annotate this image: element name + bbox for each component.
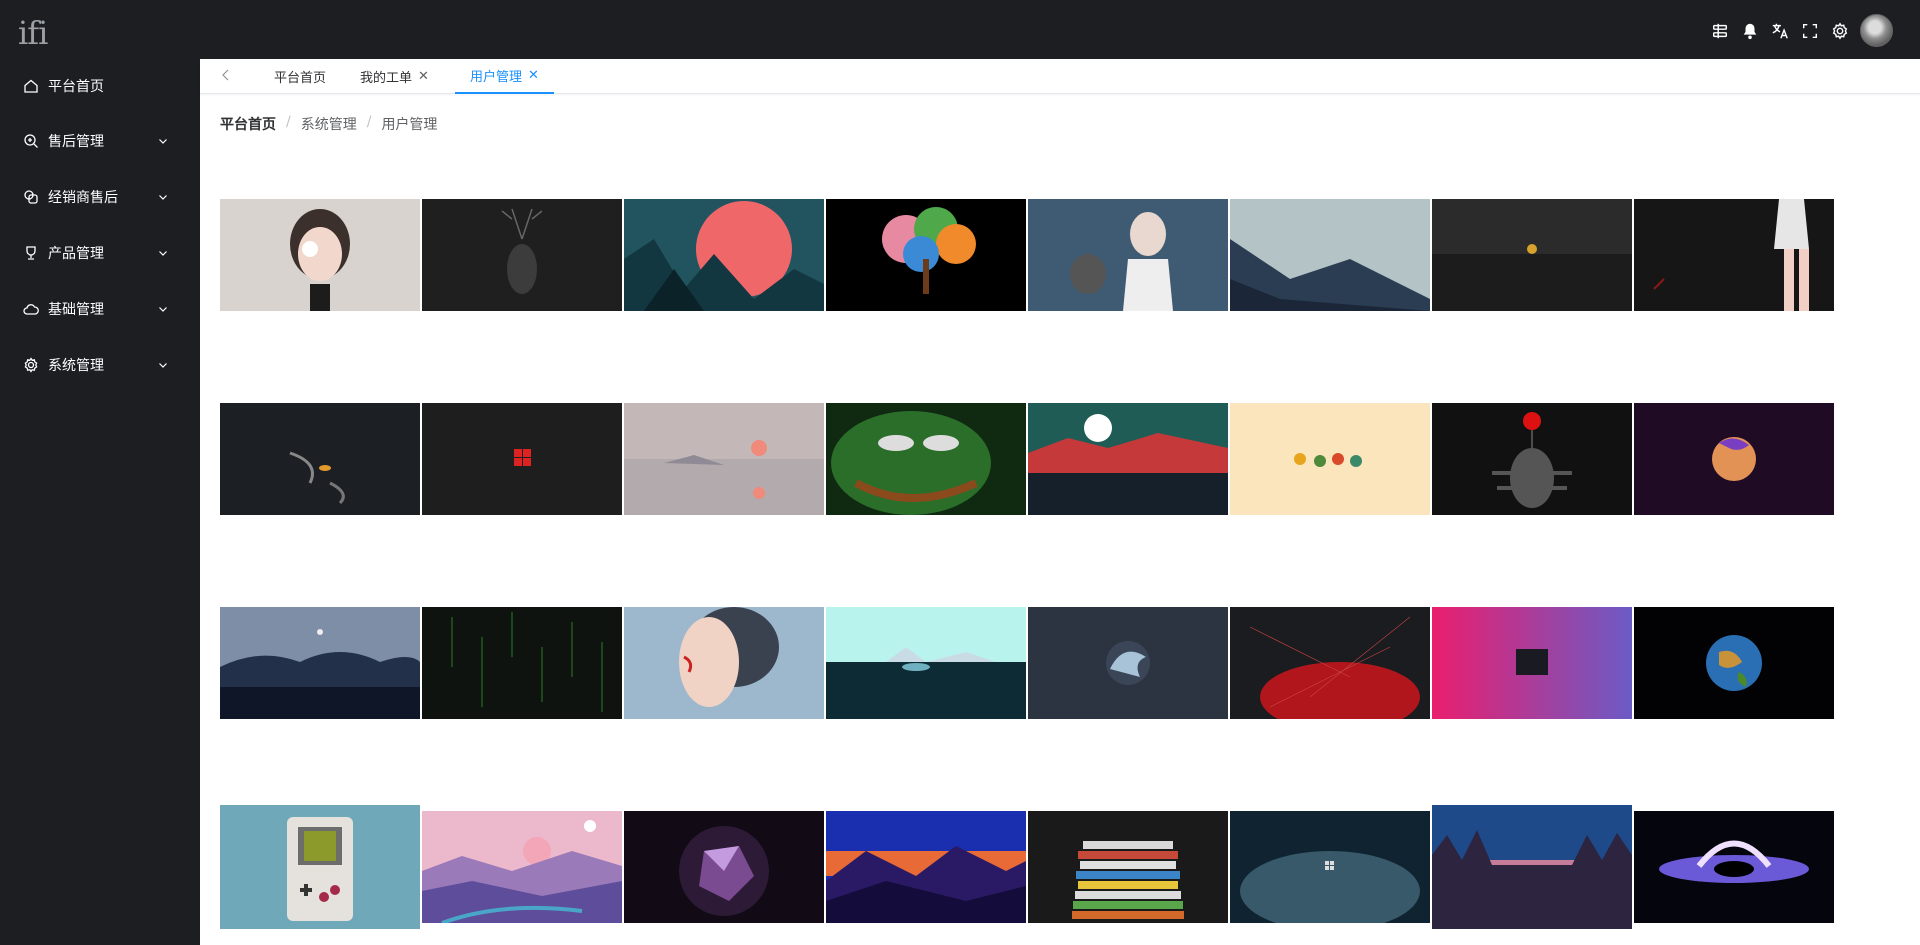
gallery-image[interactable] bbox=[422, 607, 622, 719]
gallery-image[interactable] bbox=[422, 811, 622, 923]
app-logo[interactable]: ifi bbox=[18, 14, 48, 52]
top-bar: ifi bbox=[0, 0, 1920, 59]
sidebar-item-label: 基础管理 bbox=[48, 302, 104, 318]
tab-user-management[interactable]: 用户管理 ✕ bbox=[455, 59, 554, 94]
gallery-image[interactable] bbox=[1230, 607, 1430, 719]
gallery-image[interactable] bbox=[1028, 811, 1228, 923]
sidebar-item-label: 经销商售后 bbox=[48, 190, 118, 206]
gallery-image[interactable] bbox=[1028, 403, 1228, 515]
sidebar: 平台首页 售后管理 经销商售后 产品管理 基础管理 系统管理 bbox=[0, 59, 200, 945]
home-icon bbox=[24, 79, 38, 93]
gallery-image[interactable] bbox=[826, 811, 1026, 923]
chevron-down-icon bbox=[159, 195, 167, 200]
gallery-image[interactable] bbox=[1230, 199, 1430, 311]
chevron-down-icon bbox=[159, 251, 167, 256]
breadcrumb-separator: / bbox=[366, 114, 372, 130]
tab-label: 我的工单 bbox=[360, 71, 413, 86]
gallery-image[interactable] bbox=[1230, 403, 1430, 515]
close-icon[interactable]: ✕ bbox=[528, 68, 539, 83]
gallery-image[interactable] bbox=[220, 403, 420, 515]
gallery-image[interactable] bbox=[220, 199, 420, 311]
gallery-image[interactable] bbox=[1634, 811, 1834, 923]
translate-icon[interactable] bbox=[1770, 20, 1790, 42]
chevron-down-icon bbox=[159, 363, 167, 368]
gallery-image[interactable] bbox=[422, 199, 622, 311]
search-plus-icon bbox=[24, 134, 38, 148]
gallery-image[interactable] bbox=[826, 403, 1026, 515]
chevron-down-icon bbox=[159, 139, 167, 144]
gallery-image[interactable] bbox=[1230, 811, 1430, 923]
avatar[interactable] bbox=[1860, 14, 1893, 47]
gallery-image[interactable] bbox=[422, 403, 622, 515]
breadcrumb-item[interactable]: 平台首页 bbox=[220, 114, 276, 134]
bell-icon[interactable] bbox=[1740, 20, 1760, 42]
sidebar-item-products[interactable]: 产品管理 bbox=[0, 225, 200, 281]
gallery-image[interactable] bbox=[1028, 199, 1228, 311]
tools-icon[interactable] bbox=[1710, 20, 1730, 42]
gear-icon bbox=[24, 357, 38, 373]
gear-icon[interactable] bbox=[1830, 20, 1850, 42]
sidebar-item-label: 售后管理 bbox=[48, 134, 104, 150]
gallery-image[interactable] bbox=[826, 607, 1026, 719]
sidebar-item-basic[interactable]: 基础管理 bbox=[0, 281, 200, 337]
gallery-image[interactable] bbox=[1432, 805, 1632, 929]
sidebar-item-dealer-after-sales[interactable]: 经销商售后 bbox=[0, 169, 200, 225]
gallery-image[interactable] bbox=[1432, 199, 1632, 311]
fullscreen-icon[interactable] bbox=[1800, 20, 1820, 42]
chevron-left-icon[interactable] bbox=[218, 67, 234, 83]
gallery-image[interactable] bbox=[1028, 607, 1228, 719]
cloud-icon bbox=[23, 304, 39, 315]
tab-bar: 平台首页 我的工单 ✕ 用户管理 ✕ bbox=[200, 59, 1920, 94]
top-toolbar bbox=[1710, 14, 1893, 47]
gallery-image[interactable] bbox=[220, 607, 420, 719]
breadcrumb-separator: / bbox=[286, 114, 291, 130]
gallery-image[interactable] bbox=[1634, 199, 1834, 311]
breadcrumb-item: 系统管理 bbox=[300, 117, 357, 133]
gallery-image[interactable] bbox=[826, 199, 1026, 311]
trophy-icon bbox=[26, 246, 36, 260]
main-content: 平台首页 我的工单 ✕ 用户管理 ✕ 平台首页 / 系统管理 / 用户管理 bbox=[200, 59, 1920, 945]
gallery-image[interactable] bbox=[1634, 403, 1834, 515]
gallery-image[interactable] bbox=[624, 607, 824, 719]
breadcrumb-item: 用户管理 bbox=[381, 117, 438, 133]
tab-label: 平台首页 bbox=[274, 71, 327, 86]
overlap-icon bbox=[24, 190, 38, 204]
gallery-image[interactable] bbox=[1634, 607, 1834, 719]
sidebar-item-label: 平台首页 bbox=[48, 79, 104, 95]
close-icon[interactable]: ✕ bbox=[418, 69, 429, 84]
tab-home[interactable]: 平台首页 bbox=[274, 59, 326, 94]
gallery-image[interactable] bbox=[624, 403, 824, 515]
sidebar-item-home[interactable]: 平台首页 bbox=[0, 59, 200, 113]
tab-label: 用户管理 bbox=[470, 70, 523, 85]
sidebar-item-label: 产品管理 bbox=[48, 246, 104, 262]
tab-my-orders[interactable]: 我的工单 ✕ bbox=[360, 59, 429, 94]
gallery-image[interactable] bbox=[1432, 403, 1632, 515]
gallery-image[interactable] bbox=[220, 805, 420, 929]
gallery-image[interactable] bbox=[624, 199, 824, 311]
sidebar-item-after-sales[interactable]: 售后管理 bbox=[0, 113, 200, 169]
gallery-image[interactable] bbox=[624, 811, 824, 923]
breadcrumb: 平台首页 / 系统管理 / 用户管理 bbox=[220, 114, 437, 134]
chevron-down-icon bbox=[159, 307, 167, 312]
sidebar-item-label: 系统管理 bbox=[48, 358, 104, 374]
sidebar-item-system[interactable]: 系统管理 bbox=[0, 337, 200, 393]
gallery-image[interactable] bbox=[1432, 607, 1632, 719]
